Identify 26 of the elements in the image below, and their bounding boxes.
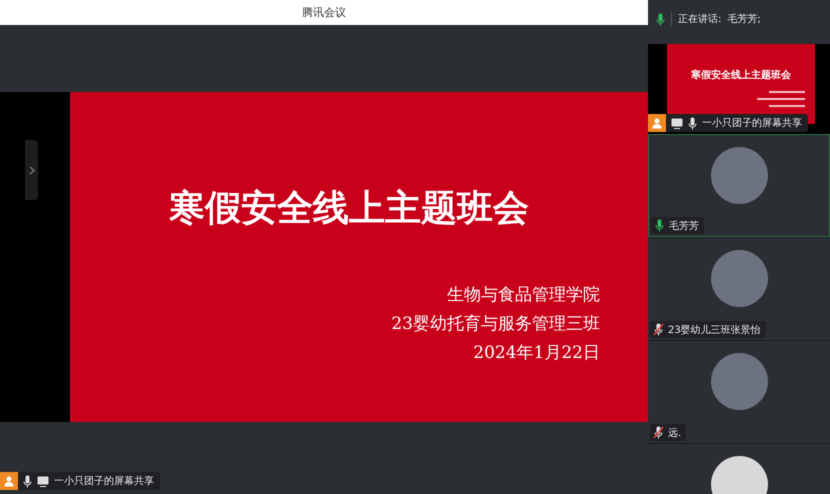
window-title: 腾讯会议 xyxy=(302,5,346,20)
microphone-icon xyxy=(23,474,32,488)
slide-text-line: 生物与食品管理学院 xyxy=(447,284,600,306)
participant-name: 毛芳芳 xyxy=(669,220,699,232)
person-icon xyxy=(0,472,18,490)
chevron-right-icon xyxy=(28,166,34,174)
screen-share-icon xyxy=(671,118,683,128)
speaker-name: 毛芳芳; xyxy=(727,12,761,26)
microphone-icon xyxy=(656,12,665,26)
speaking-label: 正在讲话: xyxy=(678,12,722,26)
expand-tab[interactable] xyxy=(25,140,38,200)
share-label-text: 一小只团子的屏幕共享 xyxy=(702,116,802,130)
screen-share-thumbnail[interactable]: 寒假安全线上主题班会 一小只团子的屏幕共享 xyxy=(648,44,830,134)
participant-name: 远. xyxy=(668,426,682,440)
participant-tile[interactable]: 远. xyxy=(648,340,830,443)
slide-text-line: 23婴幼托育与服务管理三班 xyxy=(391,313,600,335)
participant-tile[interactable]: 毛芳芳 xyxy=(648,134,830,237)
participant-name: 23婴幼儿三班张景怡 xyxy=(668,324,761,336)
slide-title: 寒假安全线上主题班会 xyxy=(168,186,530,231)
slide-text-line: 2024年1月22日 xyxy=(473,342,600,364)
share-label-text: 一小只团子的屏幕共享 xyxy=(54,474,154,488)
screen-share-icon xyxy=(37,476,49,486)
microphone-icon xyxy=(688,116,697,130)
participant-tile[interactable]: 23婴幼儿三班张景怡 xyxy=(648,237,830,340)
person-icon xyxy=(648,114,666,132)
thumbnail-slide-title: 寒假安全线上主题班会 xyxy=(691,68,791,82)
